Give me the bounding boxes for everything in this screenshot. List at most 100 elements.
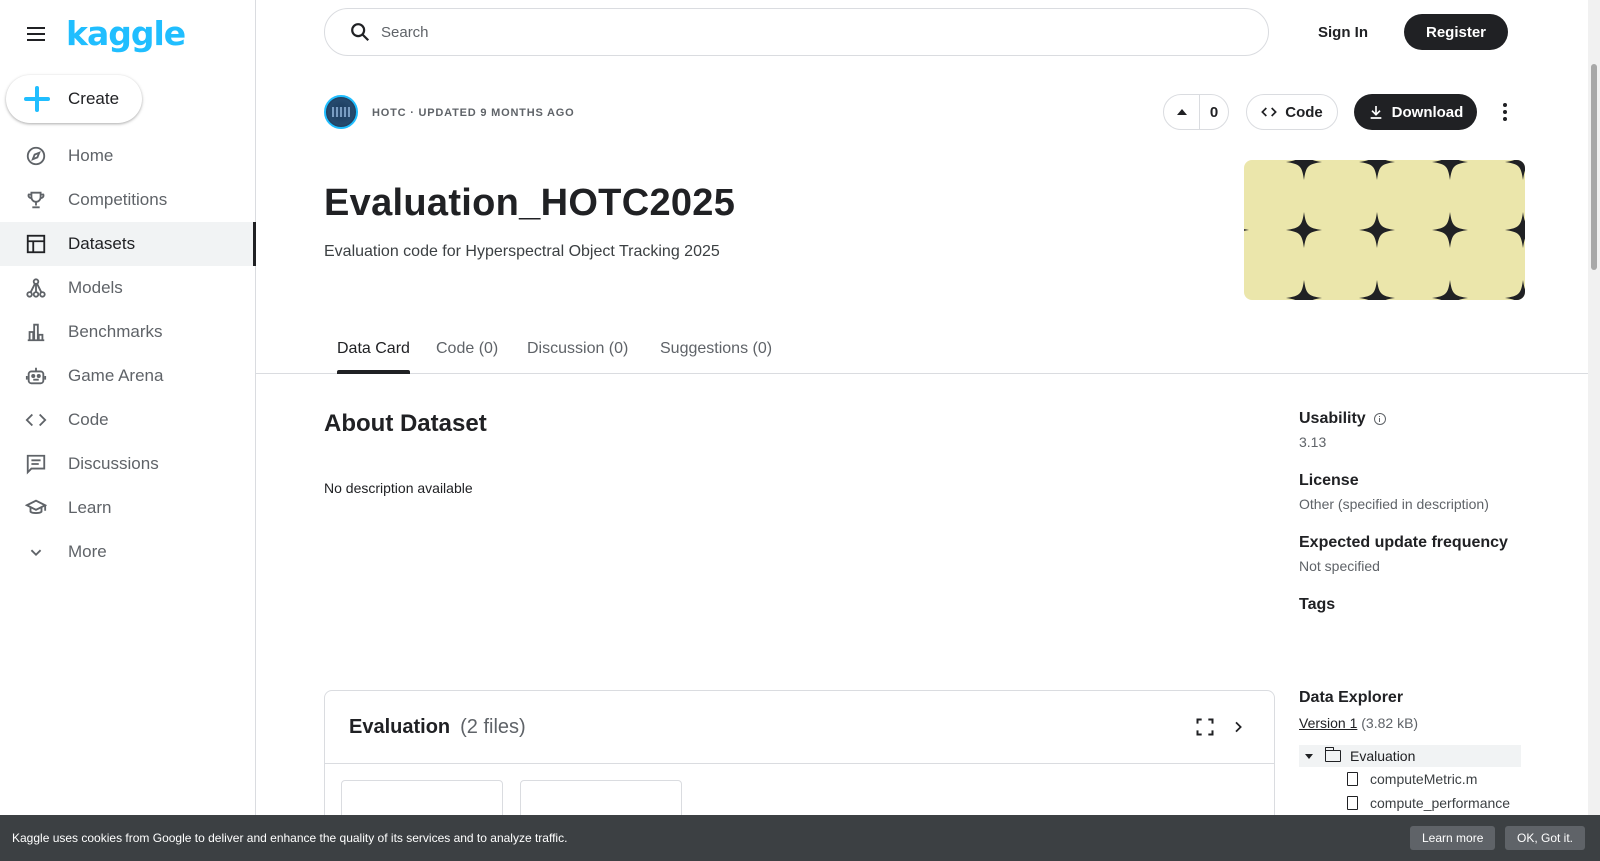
kaggle-logo[interactable]: kaggle <box>66 14 186 53</box>
tree-file[interactable]: compute_performance <box>1299 791 1521 815</box>
data-explorer-heading: Data Explorer <box>1299 689 1404 706</box>
tree-folder-label: Evaluation <box>1350 748 1416 764</box>
register-button[interactable]: Register <box>1404 14 1508 50</box>
ok-got-it-button[interactable]: OK, Got it. <box>1505 826 1586 850</box>
license-label: License <box>1299 472 1359 489</box>
data-explorer: Data Explorer Version 1 (3.82 kB) Evalua… <box>1299 689 1521 815</box>
sidebar-item-label: More <box>68 542 107 561</box>
tab-suggestions[interactable]: Suggestions (0) <box>660 330 772 374</box>
sidebar-item-home[interactable]: Home <box>0 134 256 178</box>
usability-value: 3.13 <box>1299 434 1327 450</box>
tab-discussion[interactable]: Discussion (0) <box>527 330 628 374</box>
sidebar-item-label: Discussions <box>68 454 159 473</box>
tree-file-label: computeMetric.m <box>1370 771 1478 787</box>
sidebar-item-label: Datasets <box>68 234 136 253</box>
sidebar-item-game-arena[interactable]: Game Arena <box>0 354 256 398</box>
usability-heading: Usability <box>1299 410 1529 428</box>
sidebar-item-more[interactable]: More <box>0 530 256 574</box>
sidebar-item-learn[interactable]: Learn <box>0 486 256 530</box>
code-icon <box>24 408 48 432</box>
scrollbar-thumb[interactable] <box>1591 64 1597 270</box>
tags-label: Tags <box>1299 596 1336 613</box>
sidebar: kaggle Create Home Competitions Datasets… <box>0 0 256 861</box>
sidebar-item-benchmarks[interactable]: Benchmarks <box>0 310 256 354</box>
download-button[interactable]: Download <box>1354 94 1477 130</box>
version-size: (3.82 kB) <box>1361 715 1419 731</box>
search-input[interactable] <box>381 23 1181 41</box>
page-scrollbar[interactable] <box>1588 0 1600 815</box>
sidebar-item-label: Benchmarks <box>68 322 163 341</box>
models-icon <box>24 276 48 300</box>
kaggle-dataset-page: kaggle Create Home Competitions Datasets… <box>0 0 1600 861</box>
frequency-label: Expected update frequency <box>1299 534 1508 551</box>
caret-up-icon <box>1176 109 1187 115</box>
search-bar[interactable] <box>324 8 1269 56</box>
license-value: Other (specified in description) <box>1299 496 1489 512</box>
about-description: No description available <box>324 480 473 496</box>
dataset-banner-image <box>1244 160 1525 300</box>
menu-icon[interactable] <box>24 22 48 46</box>
tab-code[interactable]: Code (0) <box>436 330 498 374</box>
chevron-down-icon <box>24 540 48 564</box>
dataset-tabs: Data Card Code (0) Discussion (0) Sugges… <box>256 330 1588 374</box>
sparkle-pattern <box>1244 160 1525 300</box>
cookie-banner: Kaggle uses cookies from Google to deliv… <box>0 815 1600 861</box>
sidebar-item-label: Code <box>68 410 109 429</box>
sidebar-item-competitions[interactable]: Competitions <box>0 178 256 222</box>
fullscreen-icon[interactable] <box>1195 717 1215 737</box>
chevron-right-icon[interactable] <box>1230 719 1246 735</box>
version-link[interactable]: Version 1 <box>1299 715 1357 731</box>
download-button-label: Download <box>1391 103 1464 121</box>
tree-file-label: compute_performance <box>1370 795 1511 811</box>
file-icon <box>1347 796 1358 810</box>
code-button[interactable]: Code <box>1246 94 1338 130</box>
sidebar-item-label: Learn <box>68 498 112 517</box>
learn-more-button[interactable]: Learn more <box>1410 826 1496 850</box>
upvote-control: 0 <box>1163 94 1229 130</box>
table-icon <box>24 232 48 256</box>
owner-avatar[interactable] <box>324 95 358 129</box>
files-card-title: Evaluation <box>349 715 451 738</box>
tree-folder-evaluation[interactable]: Evaluation <box>1299 745 1521 767</box>
code-button-label: Code <box>1285 103 1323 121</box>
dataset-subtitle: Evaluation code for Hyperspectral Object… <box>324 243 720 260</box>
brand: kaggle <box>24 14 186 53</box>
file-icon <box>1347 772 1358 786</box>
code-icon <box>1261 107 1278 117</box>
folder-icon <box>1324 747 1341 762</box>
sidebar-item-label: Models <box>68 278 123 297</box>
info-icon[interactable] <box>1373 413 1386 425</box>
robot-icon <box>24 364 48 388</box>
usability-label: Usability <box>1299 410 1366 427</box>
tab-data-card[interactable]: Data Card <box>337 330 410 374</box>
files-card-count: (2 files) <box>460 715 526 738</box>
create-label: Create <box>68 89 120 108</box>
about-heading: About Dataset <box>324 410 487 437</box>
dataset-details: Usability 3.13 License Other (specified … <box>1299 410 1529 636</box>
create-button[interactable]: Create <box>6 75 142 123</box>
tree-file[interactable]: computeMetric.m <box>1299 767 1521 791</box>
plus-icon <box>22 84 52 114</box>
dataset-meta: HOTC · UPDATED 9 MONTHS AGO <box>372 107 575 119</box>
sidebar-item-datasets[interactable]: Datasets <box>0 222 256 266</box>
comments-icon <box>24 452 48 476</box>
caret-down-icon[interactable] <box>1305 753 1313 759</box>
sidebar-item-models[interactable]: Models <box>0 266 256 310</box>
more-options-icon[interactable] <box>1490 97 1520 127</box>
trophy-icon <box>24 188 48 212</box>
search-icon <box>351 23 370 42</box>
sidebar-item-code[interactable]: Code <box>0 398 256 442</box>
version-info: Version 1 (3.82 kB) <box>1299 715 1521 731</box>
compass-icon <box>24 144 48 168</box>
bar-chart-icon <box>24 320 48 344</box>
sidebar-item-discussions[interactable]: Discussions <box>0 442 256 486</box>
sidebar-nav: Home Competitions Datasets Models Benchm… <box>0 134 256 574</box>
dataset-title: Evaluation_HOTC2025 <box>324 182 736 224</box>
frequency-value: Not specified <box>1299 558 1380 574</box>
sign-in-button[interactable]: Sign In <box>1310 16 1376 48</box>
graduation-cap-icon <box>24 496 48 520</box>
upvote-button[interactable] <box>1164 95 1200 129</box>
files-card-header: Evaluation (2 files) <box>325 691 1274 764</box>
upvote-count: 0 <box>1209 103 1219 121</box>
cookie-message: Kaggle uses cookies from Google to deliv… <box>12 831 568 845</box>
